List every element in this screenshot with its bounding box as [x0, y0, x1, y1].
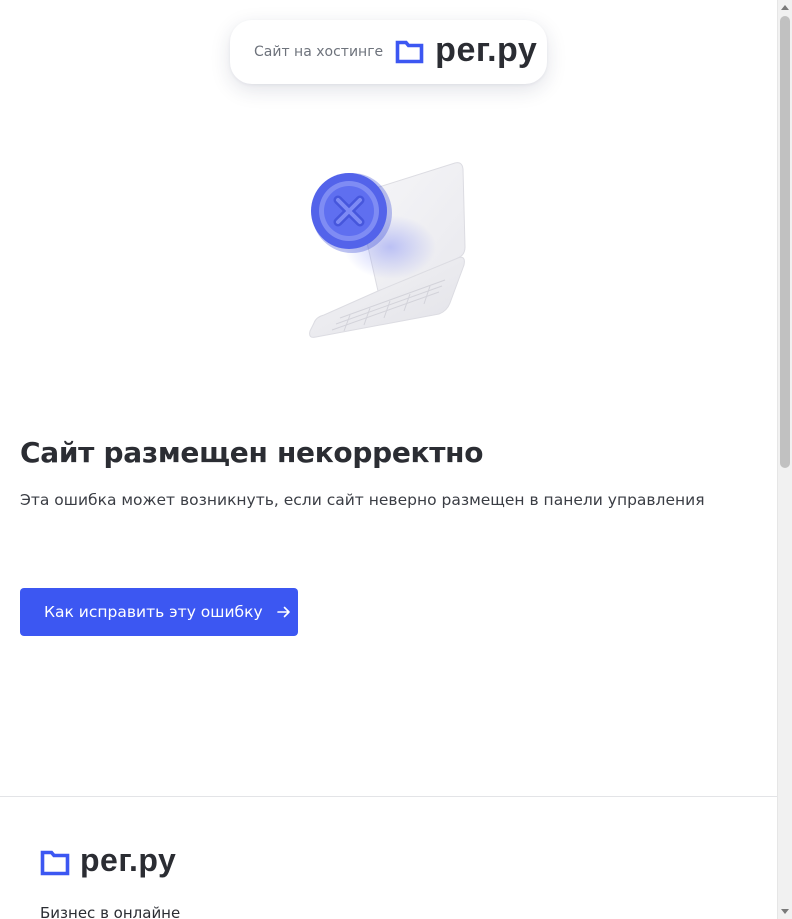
laptop-error-illustration [309, 162, 466, 338]
arrow-right-icon [276, 606, 291, 618]
how-to-fix-button[interactable]: Как исправить эту ошибку [20, 588, 298, 636]
scroll-up-icon[interactable] [781, 5, 789, 10]
hosting-header: Сайт на хостинге рег.ру [230, 20, 547, 84]
folder-logo-icon [40, 850, 70, 875]
footer-logo-wordmark: рег.ру [80, 842, 177, 878]
header-logo[interactable]: рег.ру [395, 31, 537, 70]
scroll-down-icon[interactable] [781, 909, 789, 914]
scroll-thumb[interactable] [780, 16, 790, 468]
page-title: Сайт размещен некорректно [20, 436, 484, 469]
hosting-label: Сайт на хостинге [254, 44, 384, 60]
logo-wordmark: рег.ру [435, 30, 538, 69]
folder-logo-icon [395, 40, 424, 64]
how-to-fix-label: Как исправить эту ошибку [44, 603, 263, 621]
page-viewport: Сайт на хостинге рег.ру Сайт размещен не… [0, 0, 777, 919]
footer-logo[interactable]: рег.ру [40, 842, 176, 879]
page-description: Эта ошибка может возникнуть, если сайт н… [20, 491, 705, 509]
footer-divider [0, 796, 777, 797]
footer-tagline: Бизнес в онлайне [40, 904, 181, 919]
vertical-scrollbar[interactable] [777, 0, 792, 919]
